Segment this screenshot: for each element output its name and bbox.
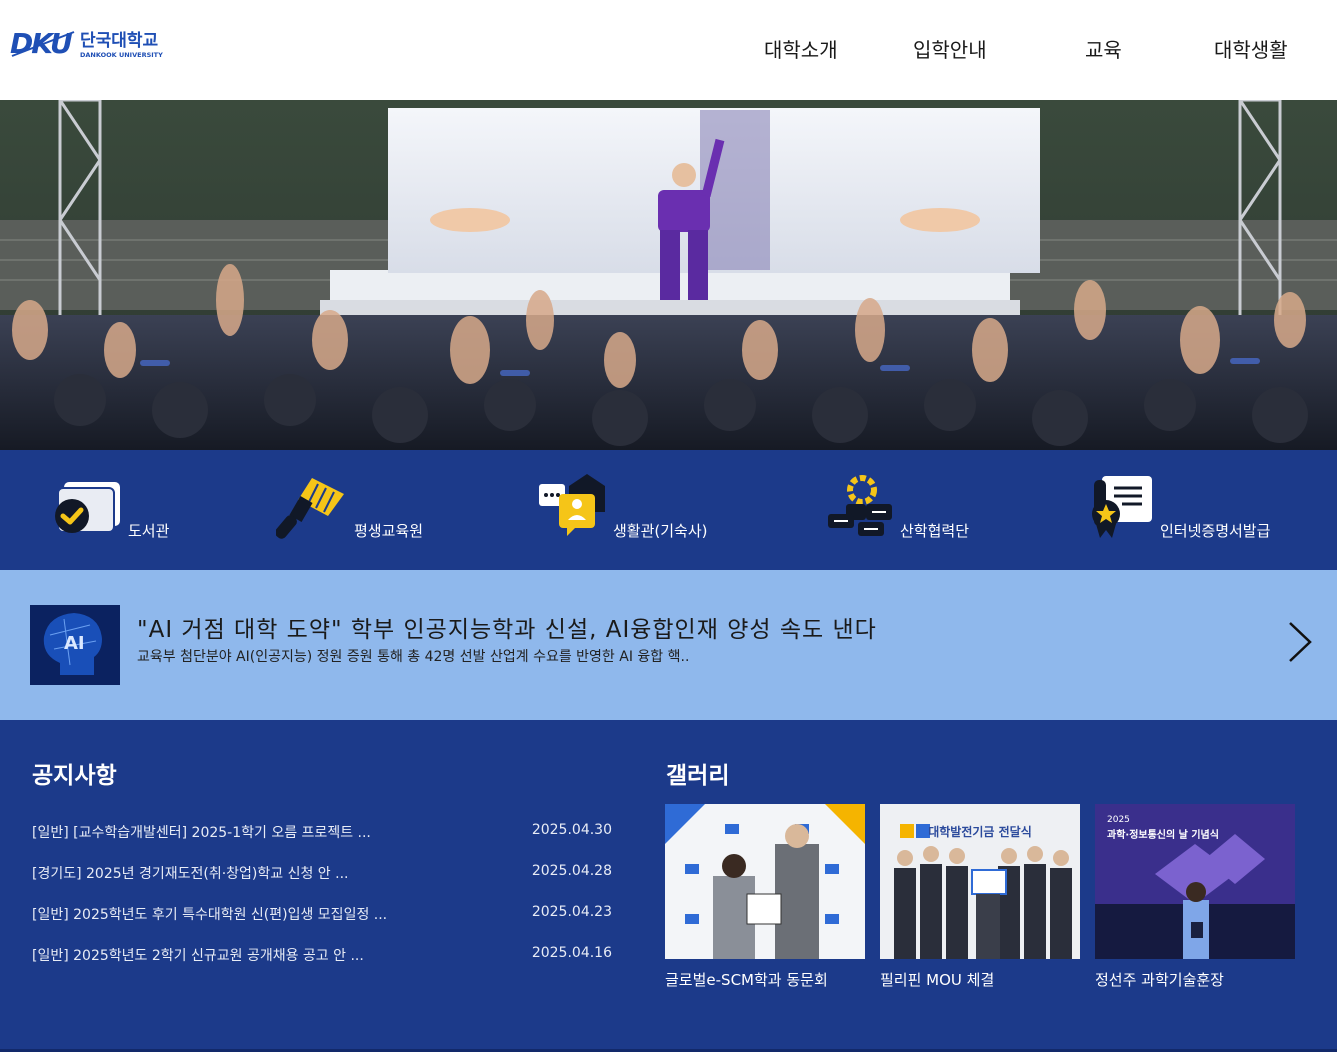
- notice-text: [경기도] 2025년 경기재도전(취·창업)학교 신청 안 ...: [32, 866, 349, 882]
- concert-photo: [0, 100, 1337, 450]
- nav-about[interactable]: 대학소개: [764, 34, 838, 63]
- main-nav: 대학소개 입학안내 교육 대학생활: [0, 34, 1337, 66]
- nav-education[interactable]: 교육: [1085, 34, 1122, 63]
- notice-list: [일반] [교수학습개발센터] 2025-1학기 오름 프로젝트 ... 202…: [32, 820, 612, 984]
- gallery-photo-mou: 대학발전기금 전달식: [880, 804, 1080, 959]
- notice-text: [일반] 2025학년도 후기 특수대학원 신(편)입생 모집일정 ...: [32, 907, 388, 923]
- site-header: DKU 단국대학교 DANKOOK UNIVERSITY 대학소개 입학안내 교…: [0, 0, 1337, 100]
- notice-item[interactable]: [일반] [교수학습개발센터] 2025-1학기 오름 프로젝트 ... 202…: [32, 820, 612, 861]
- chevron-right-icon[interactable]: [1286, 620, 1316, 664]
- notice-text: [일반] [교수학습개발센터] 2025-1학기 오름 프로젝트 ...: [32, 825, 371, 841]
- industry-gear-icon: [828, 475, 892, 536]
- notice-item[interactable]: [경기도] 2025년 경기재도전(취·창업)학교 신청 안 ... 2025.…: [32, 861, 612, 902]
- svg-text:과학·정보통신의 날 기념식: 과학·정보통신의 날 기념식: [1107, 828, 1219, 841]
- book-check-icon: [55, 482, 120, 533]
- notice-item[interactable]: [일반] 2025학년도 2학기 신규교원 공개채용 공고 안 ... 2025…: [32, 943, 612, 984]
- brush-icon: [276, 478, 344, 539]
- gallery-heading[interactable]: 갤러리: [666, 756, 729, 790]
- gallery-item[interactable]: 2025 과학·정보통신의 날 기념식 정선주 과학기술훈장: [1095, 804, 1295, 990]
- notice-item[interactable]: [일반] 2025학년도 후기 특수대학원 신(편)입생 모집일정 ... 20…: [32, 902, 612, 943]
- notice-date: 2025.04.16: [531, 945, 612, 961]
- quick-link-label: 생활관(기숙사): [613, 522, 708, 540]
- quick-link-label: 도서관: [128, 522, 170, 540]
- notice-date: 2025.04.30: [531, 822, 612, 838]
- news-title[interactable]: "AI 거점 대학 도약" 학부 인공지능학과 신설, AI융합인재 양성 속도…: [137, 610, 877, 644]
- notice-date: 2025.04.28: [531, 863, 612, 879]
- news-thumbnail[interactable]: AI: [30, 605, 120, 685]
- nav-admission[interactable]: 입학안내: [913, 34, 987, 63]
- gallery-caption: 필리핀 MOU 체결: [880, 971, 995, 989]
- gallery-photo-alumni: [665, 804, 865, 959]
- svg-text:AI: AI: [64, 633, 85, 654]
- gallery-caption: 정선주 과학기술훈장: [1095, 971, 1224, 989]
- svg-text:2025: 2025: [1107, 815, 1130, 825]
- notice-heading[interactable]: 공지사항: [32, 756, 117, 790]
- gallery-caption: 글로벌e-SCM학과 동문회: [665, 971, 828, 989]
- svg-text:대학발전기금 전달식: 대학발전기금 전달식: [928, 824, 1032, 839]
- quick-link-label: 평생교육원: [354, 522, 424, 540]
- dorm-house-icon: [539, 474, 605, 536]
- gallery-photo-award: 2025 과학·정보통신의 날 기념식: [1095, 804, 1295, 959]
- certificate-icon: [1092, 476, 1152, 538]
- quick-links: 도서관 평생교육원 생활관(기숙사) 산학협력단 인터넷증명서발급: [0, 450, 1337, 570]
- hero-banner: [0, 100, 1337, 450]
- nav-campus-life[interactable]: 대학생활: [1214, 34, 1288, 63]
- quick-link-label: 산학협력단: [900, 522, 970, 540]
- ai-head-image: AI: [30, 605, 120, 685]
- notice-date: 2025.04.23: [531, 904, 612, 920]
- featured-news: AI "AI 거점 대학 도약" 학부 인공지능학과 신설, AI융합인재 양성…: [0, 570, 1337, 720]
- gallery-item[interactable]: 대학발전기금 전달식 필리핀 MOU 체결: [880, 804, 1080, 990]
- gallery-item[interactable]: 글로벌e-SCM학과 동문회: [665, 804, 865, 990]
- quick-link-label: 인터넷증명서발급: [1160, 522, 1271, 540]
- news-description: 교육부 첨단분야 AI(인공지능) 정원 증원 통해 총 42명 선발 산업계 …: [137, 649, 690, 665]
- notice-text: [일반] 2025학년도 2학기 신규교원 공개채용 공고 안 ...: [32, 948, 364, 964]
- bottom-section: 공지사항 [일반] [교수학습개발센터] 2025-1학기 오름 프로젝트 ..…: [0, 720, 1337, 1052]
